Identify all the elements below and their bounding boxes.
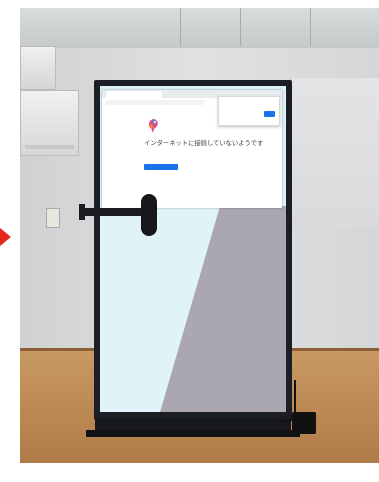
wall-panel <box>290 78 379 228</box>
wall-outlet <box>46 208 60 228</box>
vertical-monitor: – □ × インターネットに接続していないようです <box>94 80 292 420</box>
offline-sprite-icon <box>148 119 158 133</box>
power-adapter <box>292 412 316 434</box>
notification-popup[interactable] <box>218 96 280 126</box>
address-bar[interactable] <box>105 100 205 105</box>
error-title: インターネットに接続していないようです <box>144 140 264 147</box>
monitor-stand-foot <box>86 430 300 437</box>
reload-button[interactable] <box>144 164 178 170</box>
wall-unit-upper <box>20 46 56 90</box>
browser-tab[interactable] <box>106 91 162 98</box>
red-arrow-icon <box>0 228 11 246</box>
browser-window[interactable]: – □ × インターネットに接続していないようです <box>102 90 282 208</box>
monitor-display: – □ × インターネットに接続していないようです <box>100 86 286 412</box>
webcam-icon <box>141 194 157 236</box>
webcam-arm <box>80 208 150 216</box>
air-conditioner <box>20 90 79 156</box>
notice-button[interactable] <box>264 111 275 117</box>
ceiling <box>20 8 379 50</box>
